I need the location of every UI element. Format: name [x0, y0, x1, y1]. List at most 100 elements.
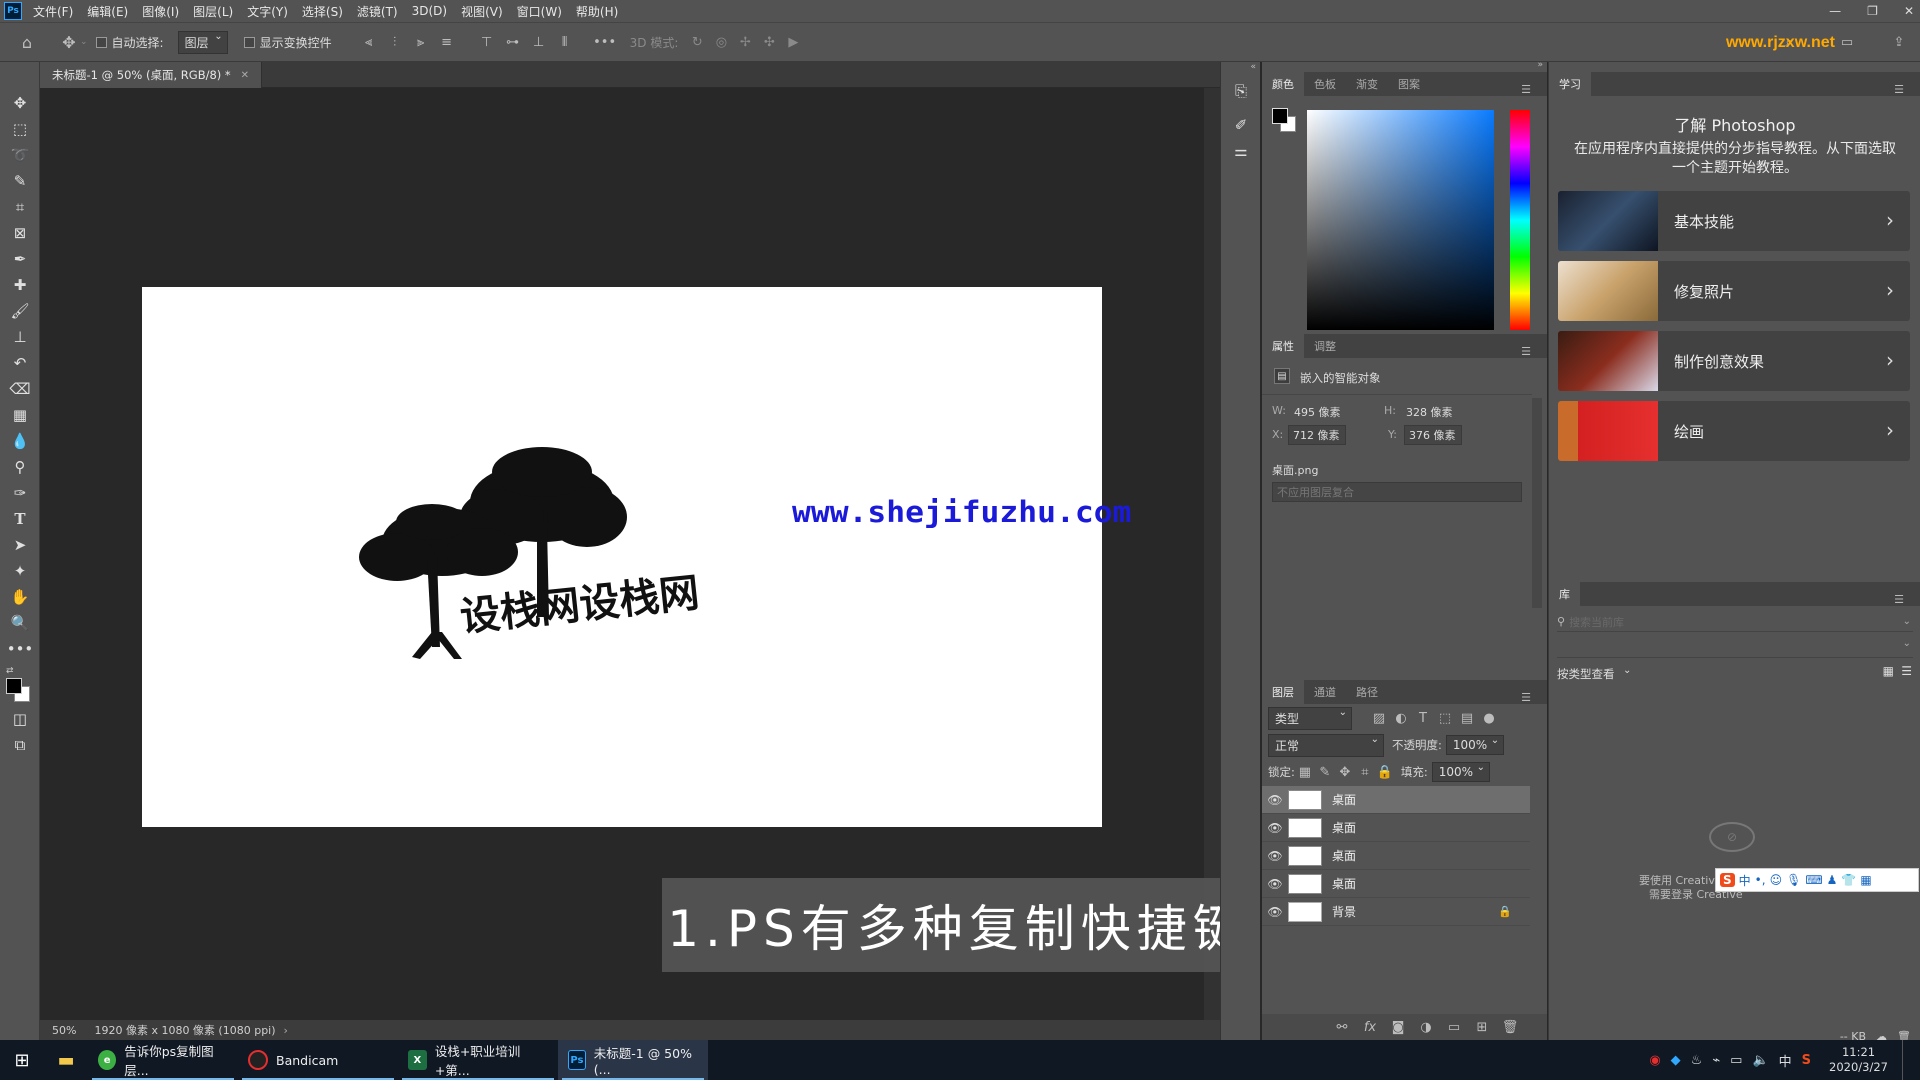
opacity-field[interactable]: 100% [1445, 735, 1505, 755]
menu-layer[interactable]: 图层(L) [186, 3, 240, 20]
add-mask-icon[interactable]: ◙ [1387, 1016, 1409, 1038]
distribute-h-icon[interactable]: ⦀ [554, 31, 576, 53]
new-adjustment-icon[interactable]: ◑ [1415, 1016, 1437, 1038]
tab-swatches[interactable]: 色板 [1304, 72, 1346, 96]
more-options-icon[interactable]: ••• [593, 31, 616, 53]
ime-emoji-icon[interactable]: ☺ [1770, 873, 1783, 887]
expand-icon[interactable]: » [1537, 60, 1543, 70]
ime-punct-icon[interactable]: •, [1755, 873, 1766, 887]
align-vcenter-icon[interactable]: ⊶ [502, 31, 524, 53]
new-layer-icon[interactable]: ⊞ [1471, 1016, 1493, 1038]
align-left-icon[interactable]: ⫷ [358, 31, 380, 53]
layer-name[interactable]: 桌面 [1332, 847, 1356, 864]
menu-image[interactable]: 图像(I) [135, 3, 186, 20]
layer-row[interactable]: 👁 桌面 [1262, 814, 1530, 842]
x-field[interactable]: 712 像素 [1288, 425, 1346, 445]
filter-smart-icon[interactable]: ▤ [1456, 707, 1478, 729]
color-field[interactable] [1307, 110, 1494, 330]
zoom-level[interactable]: 50% [52, 1024, 76, 1037]
ime-user-icon[interactable]: ♟ [1827, 873, 1838, 887]
visibility-eye-icon[interactable]: 👁 [1262, 821, 1288, 835]
visibility-eye-icon[interactable]: 👁 [1262, 877, 1288, 891]
layer-row[interactable]: 👁 背景 🔒 [1262, 898, 1530, 926]
marquee-tool-icon[interactable]: ⬚ [0, 116, 40, 142]
taskbar-app-excel[interactable]: X 设栈+职业培训+第... [398, 1040, 558, 1080]
ime-keyboard-icon[interactable]: ⌨ [1805, 873, 1822, 887]
filter-pixel-icon[interactable]: ▨ [1368, 707, 1390, 729]
3d-slide-icon[interactable]: ✣ [758, 31, 780, 53]
tool-preset-chevron-icon[interactable]: ⌄ [80, 37, 88, 47]
layer-name[interactable]: 桌面 [1332, 875, 1356, 892]
panel-menu-icon[interactable]: ☰ [1511, 685, 1541, 709]
adjustments-icon[interactable]: ⚌ [1221, 138, 1261, 164]
tab-libraries[interactable]: 库 [1549, 582, 1580, 606]
3d-roll-icon[interactable]: ◎ [710, 31, 732, 53]
tab-layers[interactable]: 图层 [1262, 680, 1304, 704]
minimize-icon[interactable]: — [1829, 4, 1841, 18]
fill-field[interactable]: 100% [1431, 762, 1491, 782]
ime-toolbar[interactable]: S 中 •, ☺ 🎙 ⌨ ♟ 👕 ▦ [1715, 868, 1919, 892]
menu-help[interactable]: 帮助(H) [569, 3, 625, 20]
quick-mask-icon[interactable]: ◫ [0, 706, 40, 732]
share-icon[interactable]: ⇪ [1888, 31, 1910, 53]
eraser-tool-icon[interactable]: ⌫ [0, 376, 40, 402]
show-desktop-button[interactable] [1902, 1040, 1908, 1080]
tray-ime-label[interactable]: 中 [1779, 1051, 1792, 1070]
visibility-eye-icon[interactable]: 👁 [1262, 849, 1288, 863]
auto-select-dropdown[interactable]: 图层 [177, 30, 228, 54]
lock-position-icon[interactable]: ✥ [1335, 761, 1355, 783]
document-canvas[interactable]: www.shejifuzhu.com 设栈网设栈网 [142, 287, 1131, 827]
brush-tool-icon[interactable]: 🖌 [0, 298, 40, 324]
tab-adjustments[interactable]: 调整 [1304, 334, 1346, 358]
link-layers-icon[interactable]: ⚯ [1331, 1016, 1353, 1038]
list-view-icon[interactable]: ☰ [1901, 664, 1912, 678]
path-select-tool-icon[interactable]: ➤ [0, 532, 40, 558]
menu-filter[interactable]: 滤镜(T) [350, 3, 405, 20]
layer-filter-dropdown[interactable]: 类型 [1268, 706, 1352, 730]
menu-window[interactable]: 窗口(W) [510, 3, 569, 20]
tab-patterns[interactable]: 图案 [1388, 72, 1430, 96]
menu-3d[interactable]: 3D(D) [405, 4, 454, 18]
layer-name[interactable]: 桌面 [1332, 791, 1356, 808]
clone-stamp-tool-icon[interactable]: ⊥ [0, 324, 40, 350]
collapse-icon[interactable]: « [1250, 62, 1256, 72]
windows-start-icon[interactable]: ⊞ [0, 1040, 44, 1080]
taskbar-app-bandicam[interactable]: Bandicam [238, 1040, 398, 1080]
ime-menu-icon[interactable]: ▦ [1860, 873, 1871, 887]
tab-learn[interactable]: 学习 [1549, 72, 1591, 96]
align-hcenter-icon[interactable]: ⫶ [384, 31, 406, 53]
close-icon[interactable]: ✕ [1904, 4, 1914, 18]
blend-mode-dropdown[interactable]: 正常 [1268, 733, 1384, 757]
layer-row[interactable]: 👁 桌面 [1262, 842, 1530, 870]
auto-select-checkbox[interactable] [95, 36, 107, 48]
height-value[interactable]: 328 像素 [1406, 404, 1453, 420]
new-group-icon[interactable]: ▭ [1443, 1016, 1465, 1038]
align-right-icon[interactable]: ⫸ [410, 31, 432, 53]
filter-toggle-icon[interactable]: ● [1478, 707, 1500, 729]
lasso-tool-icon[interactable]: ➰ [0, 142, 40, 168]
lock-all-icon[interactable]: 🔒 [1375, 761, 1395, 783]
layer-row[interactable]: 👁 桌面 [1262, 870, 1530, 898]
restore-icon[interactable]: ❐ [1867, 4, 1878, 18]
3d-camera-icon[interactable]: ▶ [782, 31, 804, 53]
delete-layer-icon[interactable]: 🗑 [1499, 1016, 1521, 1038]
y-field[interactable]: 376 像素 [1404, 425, 1462, 445]
grid-view-icon[interactable]: ▦ [1883, 664, 1894, 678]
properties-scrollbar[interactable] [1532, 398, 1542, 608]
dodge-tool-icon[interactable]: ⚲ [0, 454, 40, 480]
color-swatches[interactable]: ⇄ [0, 662, 39, 706]
lock-pixels-icon[interactable]: ✎ [1315, 761, 1335, 783]
zoom-tool-icon[interactable]: 🔍 [0, 610, 40, 636]
tab-properties[interactable]: 属性 [1262, 334, 1304, 358]
ime-skin-icon[interactable]: 👕 [1841, 873, 1856, 887]
layer-style-icon[interactable]: fx [1359, 1016, 1381, 1038]
filter-adjust-icon[interactable]: ◐ [1390, 707, 1412, 729]
blur-tool-icon[interactable]: 💧 [0, 428, 40, 454]
hue-slider[interactable] [1510, 110, 1530, 330]
eyedropper-tool-icon[interactable]: ✒ [0, 246, 40, 272]
crop-tool-icon[interactable]: ⌗ [0, 194, 40, 220]
close-tab-icon[interactable]: ✕ [241, 70, 249, 81]
library-search[interactable]: ⚲ 搜索当前库 ⌄ [1557, 612, 1913, 632]
show-transform-option[interactable]: 显示变换控件 [243, 34, 332, 51]
menu-file[interactable]: 文件(F) [26, 3, 80, 20]
